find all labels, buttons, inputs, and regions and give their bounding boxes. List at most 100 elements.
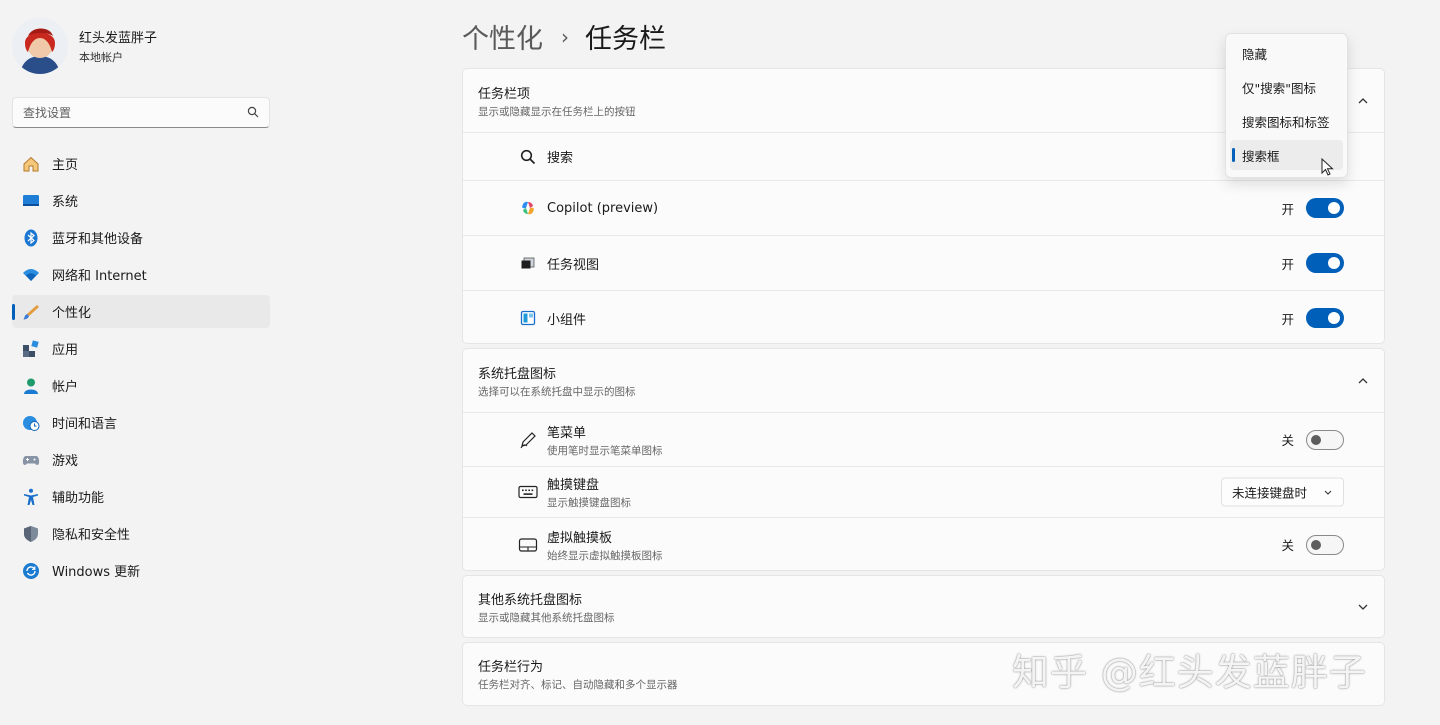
sidebar-item-accounts[interactable]: 帐户 — [12, 369, 270, 402]
profile-name: 红头发蓝胖子 — [79, 31, 158, 46]
account-icon — [21, 376, 41, 396]
other-tray-card[interactable]: 其他系统托盘图标 显示或隐藏其他系统托盘图标 — [462, 575, 1385, 638]
tray-item-desc: 始终显示虚拟触摸板图标 — [547, 549, 663, 562]
sidebar: 红头发蓝胖子 本地帐户 主页 系统 蓝牙和其他设备 — [0, 0, 285, 725]
copilot-icon — [518, 198, 538, 218]
sidebar-item-label: 网络和 Internet — [52, 269, 147, 284]
toggle-state-label: 关 — [1281, 433, 1294, 448]
sidebar-item-accessibility[interactable]: 辅助功能 — [12, 480, 270, 513]
page-title: 任务栏 — [585, 24, 666, 55]
sidebar-item-windows-update[interactable]: Windows 更新 — [12, 554, 270, 587]
sidebar-item-bluetooth[interactable]: 蓝牙和其他设备 — [12, 221, 270, 254]
apps-icon — [21, 339, 41, 359]
search-box[interactable] — [12, 97, 270, 128]
widgets-toggle[interactable] — [1306, 308, 1344, 328]
search-icon — [518, 147, 538, 167]
touch-keyboard-select[interactable]: 未连接键盘时 — [1221, 477, 1344, 507]
chevron-down-icon[interactable] — [1356, 600, 1370, 614]
dropdown-option-hide[interactable]: 隐藏 — [1230, 38, 1343, 68]
tray-item-label: 触摸键盘 — [547, 478, 600, 493]
tray-item-label: 虚拟触摸板 — [547, 530, 613, 546]
sidebar-item-label: 蓝牙和其他设备 — [52, 232, 144, 247]
tray-item-desc: 使用笔时显示笔菜单图标 — [547, 444, 663, 457]
taskbar-item-task-view: 任务视图 开 — [463, 235, 1384, 290]
sidebar-item-network[interactable]: 网络和 Internet — [12, 258, 270, 291]
home-icon — [21, 154, 41, 174]
toggle-state-label: 开 — [1281, 311, 1294, 327]
tray-item-virtual-touchpad: 虚拟触摸板 始终显示虚拟触摸板图标 关 — [463, 517, 1384, 570]
mouse-cursor-icon — [1321, 158, 1334, 176]
taskbar-item-label: 小组件 — [547, 312, 587, 328]
wifi-icon — [21, 265, 41, 285]
sidebar-item-system[interactable]: 系统 — [12, 184, 270, 217]
section-subtitle: 任务栏对齐、标记、自动隐藏和多个显示器 — [478, 679, 678, 691]
sidebar-item-privacy[interactable]: 隐私和安全性 — [12, 517, 270, 550]
section-title: 任务栏项 — [478, 86, 531, 102]
system-tray-card: 系统托盘图标 选择可以在系统托盘中显示的图标 笔菜单 使用笔时显示笔菜单图标 关… — [462, 348, 1385, 571]
taskbar-item-copilot: Copilot (preview) 开 — [463, 180, 1384, 235]
sidebar-item-label: 系统 — [52, 195, 79, 210]
breadcrumb-separator: › — [561, 24, 569, 49]
section-subtitle: 选择可以在系统托盘中显示的图标 — [478, 385, 636, 398]
taskbar-item-label: 任务视图 — [547, 257, 600, 273]
touchpad-icon — [518, 535, 538, 555]
pen-menu-toggle[interactable] — [1306, 429, 1344, 450]
watermark: 知乎 @红头发蓝胖子 — [1012, 651, 1367, 694]
task-view-toggle[interactable] — [1306, 253, 1344, 273]
section-title: 系统托盘图标 — [478, 366, 557, 382]
search-mode-dropdown: 隐藏 仅"搜索"图标 搜索图标和标签 搜索框 — [1225, 33, 1348, 178]
avatar[interactable] — [12, 18, 68, 74]
shield-icon — [21, 524, 41, 544]
sidebar-item-time-language[interactable]: 时间和语言 — [12, 406, 270, 439]
tray-item-label: 笔菜单 — [547, 425, 587, 441]
toggle-state-label: 开 — [1281, 201, 1294, 217]
section-title: 任务栏行为 — [478, 660, 544, 675]
tray-item-touch-keyboard: 触摸键盘 显示触摸键盘图标 未连接键盘时 — [463, 466, 1384, 517]
profile-account-type: 本地帐户 — [79, 51, 123, 64]
tray-item-pen-menu: 笔菜单 使用笔时显示笔菜单图标 关 — [463, 412, 1384, 466]
pen-icon — [518, 430, 538, 450]
breadcrumb: 个性化 › 任务栏 — [462, 17, 666, 56]
sidebar-item-label: 应用 — [52, 343, 79, 358]
sidebar-item-label: 帐户 — [52, 380, 79, 395]
bluetooth-icon — [21, 228, 41, 248]
task-view-icon — [518, 253, 538, 273]
select-value: 未连接键盘时 — [1232, 485, 1308, 501]
update-icon — [21, 561, 41, 581]
system-icon — [21, 191, 41, 211]
dropdown-option-search-icon-only[interactable]: 仅"搜索"图标 — [1230, 72, 1343, 102]
copilot-toggle[interactable] — [1306, 198, 1344, 218]
other-tray-header[interactable]: 其他系统托盘图标 显示或隐藏其他系统托盘图标 — [463, 576, 1384, 637]
accessibility-icon — [21, 487, 41, 507]
section-title: 其他系统托盘图标 — [478, 592, 583, 608]
sidebar-item-apps[interactable]: 应用 — [12, 332, 270, 365]
search-input[interactable] — [23, 105, 247, 120]
dropdown-option-icon-and-label[interactable]: 搜索图标和标签 — [1230, 106, 1343, 136]
sidebar-item-label: 辅助功能 — [52, 491, 105, 506]
sidebar-item-label: 游戏 — [52, 454, 79, 469]
virtual-touchpad-toggle[interactable] — [1306, 534, 1344, 555]
chevron-up-icon[interactable] — [1356, 374, 1370, 388]
chevron-up-icon[interactable] — [1356, 94, 1370, 108]
toggle-state-label: 关 — [1281, 538, 1294, 553]
system-tray-header[interactable]: 系统托盘图标 选择可以在系统托盘中显示的图标 — [463, 349, 1384, 412]
tray-item-desc: 显示触摸键盘图标 — [547, 497, 631, 509]
sidebar-item-label: 时间和语言 — [52, 417, 118, 432]
taskbar-item-widgets: 小组件 开 — [463, 290, 1384, 343]
profile[interactable]: 红头发蓝胖子 本地帐户 — [12, 18, 157, 74]
search-icon — [247, 103, 259, 122]
globe-clock-icon — [21, 413, 41, 433]
section-subtitle: 显示或隐藏显示在任务栏上的按钮 — [478, 105, 636, 118]
sidebar-item-personalization[interactable]: 个性化 — [12, 295, 270, 328]
sidebar-item-label: 主页 — [52, 158, 79, 173]
chevron-down-icon — [1324, 490, 1332, 495]
gamepad-icon — [21, 450, 41, 470]
sidebar-item-label: 隐私和安全性 — [52, 528, 131, 543]
toggle-state-label: 开 — [1281, 256, 1294, 272]
sidebar-item-gaming[interactable]: 游戏 — [12, 443, 270, 476]
widgets-icon — [518, 308, 538, 328]
breadcrumb-parent[interactable]: 个性化 — [462, 17, 543, 56]
sidebar-item-home[interactable]: 主页 — [12, 147, 270, 180]
nav-list: 主页 系统 蓝牙和其他设备 网络和 Internet 个性化 应用 帐户 时间和… — [12, 147, 270, 591]
section-subtitle: 显示或隐藏其他系统托盘图标 — [478, 611, 615, 624]
